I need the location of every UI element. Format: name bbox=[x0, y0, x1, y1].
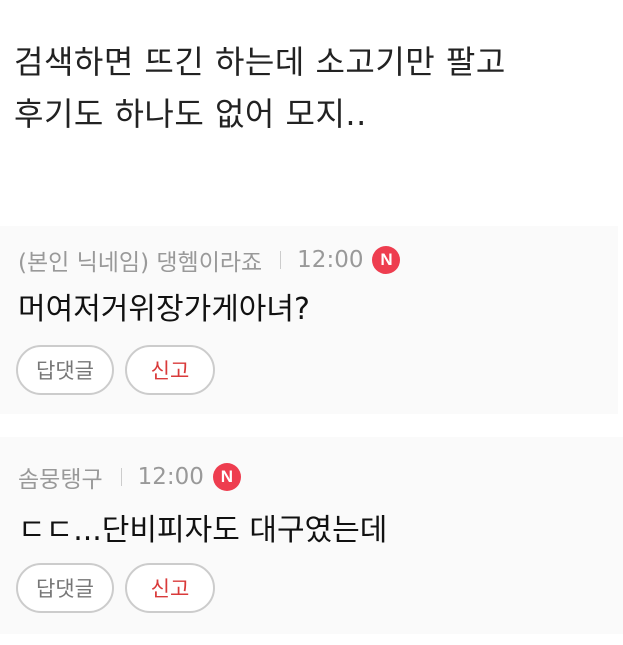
meta-divider bbox=[280, 251, 282, 269]
comment-item: (본인 닉네임) 댕헴이라죠 12:00 N 머여저거위장가게아녀? 답댓글 신… bbox=[0, 226, 618, 414]
comment-text: 머여저거위장가게아녀? bbox=[18, 292, 310, 327]
comment-meta: 솜뭉탱구 12:00 N bbox=[18, 459, 241, 495]
comment-actions: 답댓글 신고 bbox=[16, 563, 215, 613]
meta-divider bbox=[120, 468, 122, 486]
comment-time: 12:00 bbox=[137, 464, 204, 490]
report-button[interactable]: 신고 bbox=[124, 563, 215, 613]
new-badge-icon: N bbox=[372, 246, 401, 274]
reply-button[interactable]: 답댓글 bbox=[16, 345, 114, 395]
comment-actions: 답댓글 신고 bbox=[16, 345, 215, 395]
comment-meta: (본인 닉네임) 댕헴이라죠 12:00 N bbox=[18, 242, 401, 278]
report-button[interactable]: 신고 bbox=[124, 345, 215, 395]
comment-item: 솜뭉탱구 12:00 N ㄷㄷ...단비피자도 대구였는데 답댓글 신고 bbox=[0, 437, 623, 634]
comment-author[interactable]: (본인 닉네임) 댕헴이라죠 bbox=[18, 243, 262, 277]
post-body-text: 검색하면 뜨긴 하는데 소고기만 팔고 후기도 하나도 없어 모지.. bbox=[14, 43, 506, 133]
reply-button[interactable]: 답댓글 bbox=[16, 563, 114, 613]
comment-author[interactable]: 솜뭉탱구 bbox=[18, 460, 103, 494]
comment-text: ㄷㄷ...단비피자도 대구였는데 bbox=[18, 513, 388, 548]
new-badge-icon: N bbox=[212, 463, 241, 491]
comment-time: 12:00 bbox=[297, 247, 364, 273]
